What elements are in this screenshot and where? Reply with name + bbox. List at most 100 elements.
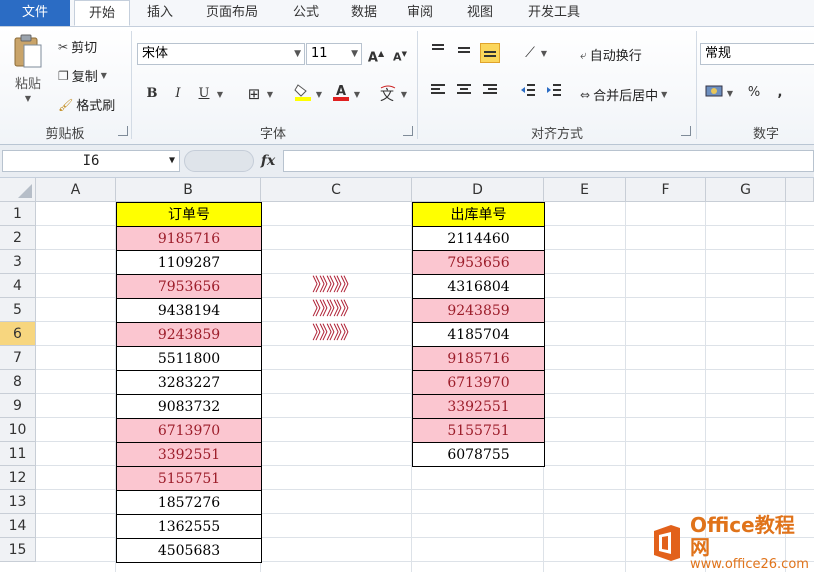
tab-review[interactable]: 审阅 [394, 0, 446, 26]
row-header-12[interactable]: 12 [0, 466, 36, 490]
bold-button[interactable]: B [142, 84, 162, 104]
outbound-number-cell[interactable]: 9243859 [412, 298, 545, 323]
fill-color-icon[interactable] [293, 82, 313, 102]
decrease-indent-icon[interactable] [518, 83, 538, 103]
tab-file[interactable]: 文件 [0, 0, 70, 26]
align-bottom-icon[interactable] [480, 43, 500, 63]
outbound-number-cell[interactable]: 3392551 [412, 394, 545, 419]
outbound-number-cell[interactable]: 4185704 [412, 322, 545, 347]
outbound-number-cell[interactable]: 2114460 [412, 226, 545, 251]
order-number-cell[interactable]: 5511800 [116, 346, 262, 371]
comma-style-icon[interactable]: , [770, 83, 790, 103]
column-header-e[interactable]: E [544, 178, 626, 202]
row-header-8[interactable]: 8 [0, 370, 36, 394]
row-header-9[interactable]: 9 [0, 394, 36, 418]
order-list-header-cell[interactable]: 订单号 [116, 202, 262, 227]
format-painter-button[interactable]: 🖌 格式刷 [58, 95, 115, 115]
tab-view[interactable]: 视图 [452, 0, 508, 26]
phonetic-icon[interactable]: 文 [378, 84, 398, 104]
align-center-icon[interactable] [454, 83, 474, 103]
phonetic-dropdown-icon[interactable]: ▼ [398, 84, 410, 104]
order-number-cell[interactable]: 4505683 [116, 538, 262, 563]
shrink-font-icon[interactable]: A▼ [390, 44, 410, 64]
outbound-number-cell[interactable]: 6713970 [412, 370, 545, 395]
tab-page-layout[interactable]: 页面布局 [190, 0, 274, 26]
tab-home[interactable]: 开始 [74, 0, 130, 26]
paste-button[interactable]: 粘贴 ▼ [8, 33, 48, 113]
underline-button[interactable]: U [194, 84, 214, 104]
row-header-6[interactable]: 6 [0, 322, 36, 346]
paste-dropdown-icon[interactable]: ▼ [25, 94, 31, 103]
order-number-cell[interactable]: 9438194 [116, 298, 262, 323]
order-number-cell[interactable]: 6713970 [116, 418, 262, 443]
font-launcher-icon[interactable] [403, 126, 413, 136]
row-header-5[interactable]: 5 [0, 298, 36, 322]
order-number-cell[interactable]: 1362555 [116, 514, 262, 539]
percent-style-icon[interactable]: % [744, 83, 764, 103]
clipboard-launcher-icon[interactable] [118, 126, 128, 136]
formula-bar-resize-handle[interactable] [184, 150, 254, 172]
merge-center-button[interactable]: ⇔ 合并后居中 ▼ [580, 85, 667, 105]
tab-data[interactable]: 数据 [338, 0, 390, 26]
order-number-cell[interactable]: 7953656 [116, 274, 262, 299]
order-number-cell[interactable]: 5155751 [116, 466, 262, 491]
formula-input[interactable] [283, 150, 814, 172]
select-all-corner[interactable] [0, 178, 36, 202]
tab-insert[interactable]: 插入 [134, 0, 186, 26]
align-right-icon[interactable] [480, 83, 500, 103]
row-header-4[interactable]: 4 [0, 274, 36, 298]
increase-indent-icon[interactable] [544, 83, 564, 103]
row-header-2[interactable]: 2 [0, 226, 36, 250]
outbound-number-cell[interactable]: 4316804 [412, 274, 545, 299]
orientation-icon[interactable]: ⟋ [520, 43, 540, 63]
borders-dropdown-icon[interactable]: ▼ [264, 84, 276, 104]
merge-dropdown-icon[interactable]: ▼ [661, 90, 667, 99]
font-name-select[interactable]: 宋体 ▼ [137, 43, 305, 65]
underline-dropdown-icon[interactable]: ▼ [214, 84, 226, 104]
row-header-15[interactable]: 15 [0, 538, 36, 562]
outbound-number-cell[interactable]: 5155751 [412, 418, 545, 443]
row-header-10[interactable]: 10 [0, 418, 36, 442]
order-number-cell[interactable]: 1109287 [116, 250, 262, 275]
orientation-dropdown-icon[interactable]: ▼ [538, 43, 550, 63]
order-number-cell[interactable]: 9243859 [116, 322, 262, 347]
italic-button[interactable]: I [168, 84, 188, 104]
align-left-icon[interactable] [428, 83, 448, 103]
wrap-text-button[interactable]: ⤶ 自动换行 [580, 45, 642, 65]
column-header-overflow[interactable] [786, 178, 814, 202]
accounting-format-icon[interactable] [704, 83, 724, 103]
tab-formulas[interactable]: 公式 [278, 0, 334, 26]
column-header-d[interactable]: D [412, 178, 544, 202]
outbound-number-cell[interactable]: 9185716 [412, 346, 545, 371]
font-color-dropdown-icon[interactable]: ▼ [351, 84, 363, 104]
alignment-launcher-icon[interactable] [681, 126, 691, 136]
outbound-list-header-cell[interactable]: 出库单号 [412, 202, 545, 227]
font-size-select[interactable]: 11 ▼ [306, 43, 362, 65]
insert-function-icon[interactable]: fx [256, 150, 280, 172]
tab-developer[interactable]: 开发工具 [512, 0, 596, 26]
align-top-icon[interactable] [428, 43, 448, 63]
row-header-11[interactable]: 11 [0, 442, 36, 466]
order-number-cell[interactable]: 3392551 [116, 442, 262, 467]
outbound-number-cell[interactable]: 6078755 [412, 442, 545, 467]
outbound-number-cell[interactable]: 7953656 [412, 250, 545, 275]
order-number-cell[interactable]: 1857276 [116, 490, 262, 515]
cut-button[interactable]: ✂ 剪切 [58, 37, 97, 57]
font-color-icon[interactable]: A [331, 82, 351, 102]
accounting-dropdown-icon[interactable]: ▼ [724, 83, 736, 103]
name-box[interactable]: I6 ▼ [2, 150, 180, 172]
number-format-select[interactable]: 常规 [700, 43, 814, 65]
row-header-7[interactable]: 7 [0, 346, 36, 370]
fill-color-dropdown-icon[interactable]: ▼ [313, 84, 325, 104]
order-number-cell[interactable]: 3283227 [116, 370, 262, 395]
order-number-cell[interactable]: 9083732 [116, 394, 262, 419]
column-header-f[interactable]: F [626, 178, 706, 202]
row-header-14[interactable]: 14 [0, 514, 36, 538]
grow-font-icon[interactable]: A▲ [366, 44, 386, 65]
order-number-cell[interactable]: 9185716 [116, 226, 262, 251]
align-middle-icon[interactable] [454, 43, 474, 63]
column-header-g[interactable]: G [706, 178, 786, 202]
copy-dropdown-icon[interactable]: ▼ [101, 71, 107, 80]
borders-icon[interactable]: ⊞ [244, 84, 264, 104]
row-header-13[interactable]: 13 [0, 490, 36, 514]
